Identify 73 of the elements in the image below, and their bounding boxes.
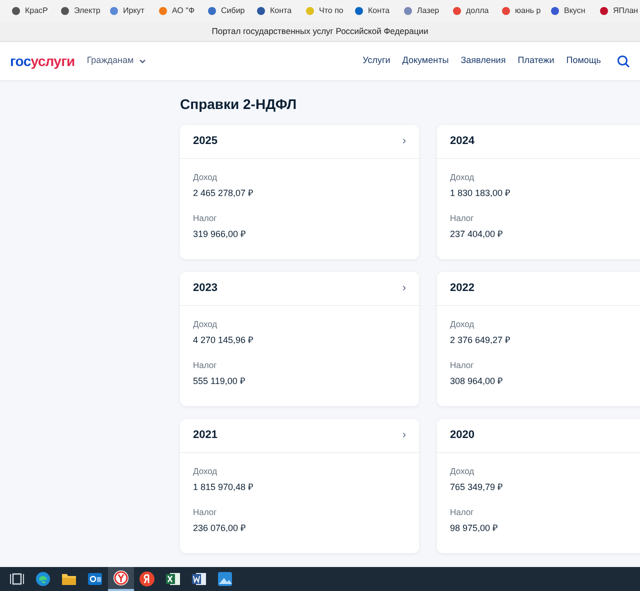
income-amount: 2 465 278,07 ₽ xyxy=(193,186,254,200)
tax-amount: 237 404,00 ₽ xyxy=(450,228,504,241)
nav-link[interactable]: Заявления xyxy=(460,54,506,68)
photos-app-icon xyxy=(217,571,233,587)
income-certificate-card[interactable]: 2023 › Доход 4 270 145,96 ₽ Налог 555 119,00 ₽ xyxy=(180,272,419,406)
income-certificate-card[interactable]: 2022 Доход 2 376 649,27 ₽ Налог 308 964,00 ₽ xyxy=(437,272,640,406)
bookmark[interactable]: Конта xyxy=(249,5,298,17)
site-logo[interactable]: госуслуги xyxy=(10,50,75,72)
document-app-icon xyxy=(191,571,207,587)
nav-link[interactable]: Услуги xyxy=(362,54,390,68)
tax-label: Налог xyxy=(193,506,218,519)
bookmark[interactable]: долла xyxy=(445,5,494,17)
mail-app-icon xyxy=(87,571,103,587)
income-amount: 765 349,79 ₽ xyxy=(450,480,504,494)
audience-dropdown[interactable]: Гражданам xyxy=(86,54,146,68)
card-arrow[interactable]: › xyxy=(402,133,406,150)
bookmark[interactable]: Что по xyxy=(298,5,347,17)
income-label: Доход xyxy=(193,465,218,478)
nav-link[interactable]: Документы xyxy=(402,54,449,68)
bookmark[interactable]: Конта xyxy=(347,5,396,17)
card-year: 2021 xyxy=(193,428,218,444)
card-year: 2022 xyxy=(450,281,474,296)
income-certificate-card[interactable]: 2025 › Доход 2 465 278,07 ₽ Налог 319 966,00 ₽ xyxy=(180,125,419,259)
spreadsheet-app-icon xyxy=(165,571,181,587)
tax-amount: 308 964,00 ₽ xyxy=(450,375,504,388)
income-amount: 1 815 970,48 ₽ xyxy=(193,480,254,494)
tax-label: Налог xyxy=(193,359,218,372)
page-heading: Справки 2-НДФЛ xyxy=(180,95,297,114)
tax-label: Налог xyxy=(450,212,475,225)
income-label: Доход xyxy=(450,465,476,478)
income-certificate-card[interactable]: 2024 Доход 1 830 183,00 ₽ Налог 237 404,00 ₽ xyxy=(437,125,640,259)
taskbar-app-button[interactable] xyxy=(108,567,134,591)
tax-label: Налог xyxy=(193,212,218,225)
card-year: 2025 xyxy=(193,134,218,150)
income-amount: 4 270 145,96 ₽ xyxy=(193,334,254,347)
tax-amount: 319 966,00 ₽ xyxy=(193,228,247,241)
chevron-down-icon xyxy=(138,58,146,64)
bookmark[interactable]: Электр xyxy=(53,5,102,17)
card-year: 2020 xyxy=(450,428,474,444)
browser-swirl-icon xyxy=(35,571,51,587)
bookmark[interactable]: ЯПлан xyxy=(592,5,640,17)
page-title-text: Портал государственных услуг Российской Федерации xyxy=(212,25,428,38)
tax-label: Налог xyxy=(450,506,475,519)
card-arrow[interactable]: › xyxy=(402,280,406,297)
bookmark[interactable]: КрасР xyxy=(4,5,53,17)
round-letter-app-icon xyxy=(139,571,155,587)
income-certificate-card[interactable]: 2020 Доход 765 349,79 ₽ Налог 98 975,00 ₽ xyxy=(437,419,640,553)
tax-label: Налог xyxy=(450,359,475,372)
folder-icon xyxy=(61,572,77,586)
income-certificate-card[interactable]: 2021 › Доход 1 815 970,48 ₽ Налог 236 076,00 ₽ xyxy=(180,419,419,553)
income-amount: 2 376 649,27 ₽ xyxy=(450,334,512,347)
bookmark[interactable]: юань р xyxy=(494,5,543,17)
income-label: Доход xyxy=(193,318,218,331)
income-amount: 1 830 183,00 ₽ xyxy=(450,186,512,200)
bookmark[interactable]: АО "Ф xyxy=(151,5,200,17)
bookmark[interactable]: Сибир xyxy=(200,5,249,17)
card-arrow[interactable]: › xyxy=(402,427,406,444)
task-view-icon xyxy=(10,573,24,585)
income-label: Доход xyxy=(450,318,476,331)
bookmark[interactable]: Иркут xyxy=(102,5,151,17)
income-label: Доход xyxy=(450,171,476,184)
card-year: 2023 xyxy=(193,281,218,296)
browser-y-icon xyxy=(113,570,129,586)
bookmark[interactable]: Вкусн xyxy=(543,5,592,17)
tax-amount: 98 975,00 ₽ xyxy=(450,522,499,535)
card-year: 2024 xyxy=(450,134,474,150)
nav-link[interactable]: Помощь xyxy=(566,54,601,68)
search-icon[interactable] xyxy=(617,54,630,68)
income-label: Доход xyxy=(193,171,218,184)
tax-amount: 236 076,00 ₽ xyxy=(193,522,247,535)
bookmark[interactable]: Лазер xyxy=(396,5,445,17)
tax-amount: 555 119,00 ₽ xyxy=(193,375,246,388)
nav-link[interactable]: Платежи xyxy=(518,54,554,68)
